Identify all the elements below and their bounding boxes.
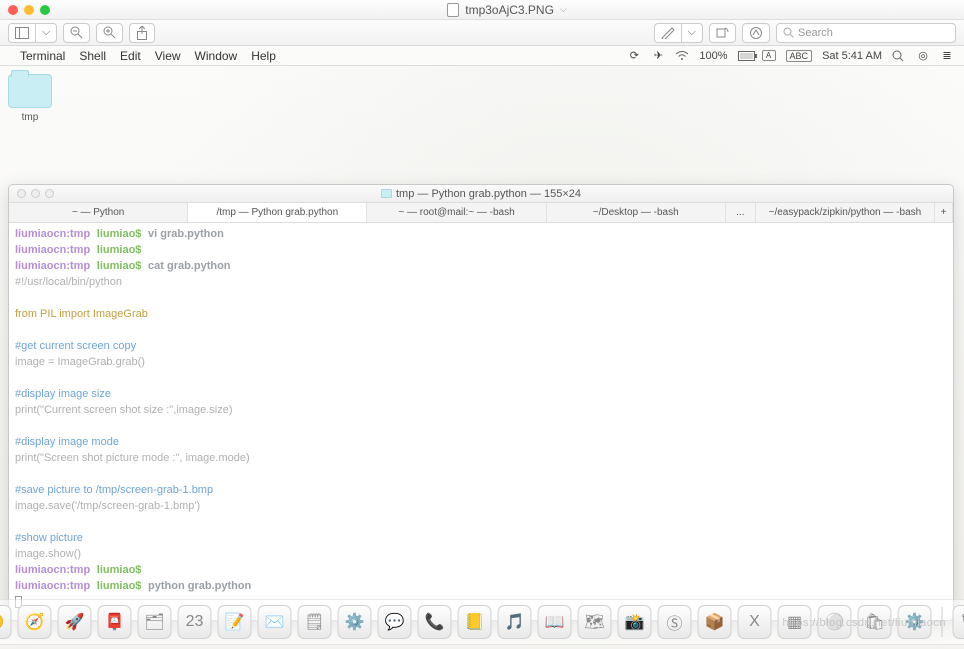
annotate-button[interactable] <box>654 23 681 43</box>
terminal-window: tmp — Python grab.python — 155×24 ~ — Py… <box>8 184 954 621</box>
title-dropdown-icon[interactable]: ⌵ <box>560 4 567 15</box>
terminal-tab[interactable]: ~ — root@mail:~ — -bash <box>367 203 546 222</box>
menubar-item-shell[interactable]: Shell <box>79 49 106 63</box>
menubar-item-window[interactable]: Window <box>195 49 238 63</box>
notifications-icon[interactable]: ≣ <box>940 49 954 62</box>
dock-app-tile[interactable]: 📝 <box>218 605 252 639</box>
dock-app-tile[interactable]: ✉️ <box>258 605 292 639</box>
sidebar-dropdown-button[interactable]: ⌵ <box>35 23 57 43</box>
annotate-dropdown-button[interactable]: ⌵ <box>681 23 703 43</box>
cloud-sync-icon[interactable]: ⟳ <box>627 49 641 62</box>
dock-app-tile[interactable]: 🧭 <box>18 605 52 639</box>
spotlight-icon[interactable] <box>892 50 906 62</box>
terminal-tab-label: ~/Desktop — -bash <box>593 207 679 218</box>
dock-app-tile[interactable]: 🎵 <box>498 605 532 639</box>
terminal-title: tmp — Python grab.python — 155×24 <box>396 188 581 200</box>
terminal-tab-overflow[interactable]: ... <box>726 203 756 222</box>
preview-title: tmp3oAjC3.PNG <box>465 3 554 17</box>
terminal-output[interactable]: liumiaocn:tmp liumiao$ vi grab.python li… <box>9 223 953 620</box>
window-controls <box>8 5 50 15</box>
dock-app-tile[interactable]: 🗑 <box>953 605 964 639</box>
menubar-item-terminal[interactable]: Terminal <box>20 49 65 63</box>
terminal-tabstrip: ~ — Python /tmp — Python grab.python ~ —… <box>9 203 953 223</box>
siri-icon[interactable]: ◎ <box>916 49 930 62</box>
terminal-zoom-icon[interactable] <box>45 189 54 198</box>
markup-button[interactable] <box>742 23 770 43</box>
menubar-item-edit[interactable]: Edit <box>120 49 141 63</box>
dock-app-tile[interactable]: 📦 <box>698 605 732 639</box>
terminal-minimize-icon[interactable] <box>31 189 40 198</box>
folder-label: tmp <box>8 112 52 123</box>
terminal-tab[interactable]: ~/Desktop — -bash <box>547 203 726 222</box>
macos-menubar: Terminal Shell Edit View Window Help ⟳ ✈… <box>0 46 964 66</box>
preview-search-input[interactable]: Search <box>776 23 956 43</box>
terminal-folder-icon <box>381 189 392 198</box>
dock-app-tile[interactable]: 🗂 <box>138 605 172 639</box>
dock-app-tile[interactable]: Ⓢ <box>658 605 692 639</box>
input-source-icon[interactable]: A <box>762 50 776 61</box>
terminal-tab-label: ~ — Python <box>72 207 125 218</box>
dock-app-tile[interactable]: 📸 <box>618 605 652 639</box>
menubar-clock[interactable]: Sat 5:41 AM <box>822 50 882 62</box>
preview-titlebar: tmp3oAjC3.PNG ⌵ <box>0 0 964 20</box>
zoom-in-button[interactable] <box>96 23 123 43</box>
desktop-folder-tmp[interactable]: tmp <box>8 74 52 123</box>
terminal-tab[interactable]: ~ — Python <box>9 203 188 222</box>
dock-app-tile[interactable]: ⚙️ <box>338 605 372 639</box>
rotate-button[interactable] <box>709 23 736 43</box>
dock-app-tile[interactable]: 🗒 <box>298 605 332 639</box>
terminal-tab-label: ~ — root@mail:~ — -bash <box>398 207 514 218</box>
preview-toolbar: ⌵ ⌵ Search <box>0 20 964 46</box>
minimize-icon[interactable] <box>24 5 34 15</box>
watermark-text: https://blog.csdn.net/liumiaocn <box>783 617 946 629</box>
terminal-close-icon[interactable] <box>17 189 26 198</box>
dock-app-tile[interactable]: 23 <box>178 605 212 639</box>
folder-icon <box>8 74 52 108</box>
terminal-tab-label: ~/easypack/zipkin/python — -bash <box>769 207 922 218</box>
sidebar-toggle-button[interactable] <box>8 23 35 43</box>
terminal-tab-label: /tmp — Python grab.python <box>216 207 338 218</box>
menubar-item-help[interactable]: Help <box>251 49 276 63</box>
dock-app-tile[interactable]: 📮 <box>98 605 132 639</box>
dock-app-tile[interactable]: 🗺 <box>578 605 612 639</box>
battery-percent: 100% <box>699 50 727 62</box>
dock-app-tile[interactable]: 🚀 <box>58 605 92 639</box>
battery-icon[interactable] <box>738 51 752 61</box>
zoom-out-button[interactable] <box>63 23 90 43</box>
terminal-tab-label: ... <box>736 207 744 218</box>
dock-app-tile[interactable]: X <box>738 605 772 639</box>
terminal-titlebar: tmp — Python grab.python — 155×24 <box>9 185 953 203</box>
search-placeholder-text: Search <box>798 27 833 39</box>
zoom-icon[interactable] <box>40 5 50 15</box>
desktop: tmp tmp — Python grab.python — 155×24 ~ … <box>0 66 964 649</box>
close-icon[interactable] <box>8 5 18 15</box>
search-icon <box>783 27 794 38</box>
terminal-tab[interactable]: ~/easypack/zipkin/python — -bash <box>756 203 935 222</box>
dock-app-tile[interactable]: 📖 <box>538 605 572 639</box>
dock-app-tile[interactable]: 💬 <box>378 605 412 639</box>
dock-app-tile[interactable]: 📒 <box>458 605 492 639</box>
menubar-item-view[interactable]: View <box>155 49 181 63</box>
dock-app-tile[interactable]: 📞 <box>418 605 452 639</box>
input-method-badge[interactable]: ABC <box>786 50 813 62</box>
terminal-new-tab-button[interactable]: + <box>935 203 953 222</box>
terminal-tab[interactable]: /tmp — Python grab.python <box>188 203 367 222</box>
rocket-status-icon[interactable]: ✈︎ <box>651 49 665 62</box>
share-button[interactable] <box>129 23 155 43</box>
dock-app-tile[interactable]: 😀 <box>0 605 12 639</box>
document-icon <box>447 3 459 17</box>
wifi-icon[interactable] <box>675 51 689 61</box>
